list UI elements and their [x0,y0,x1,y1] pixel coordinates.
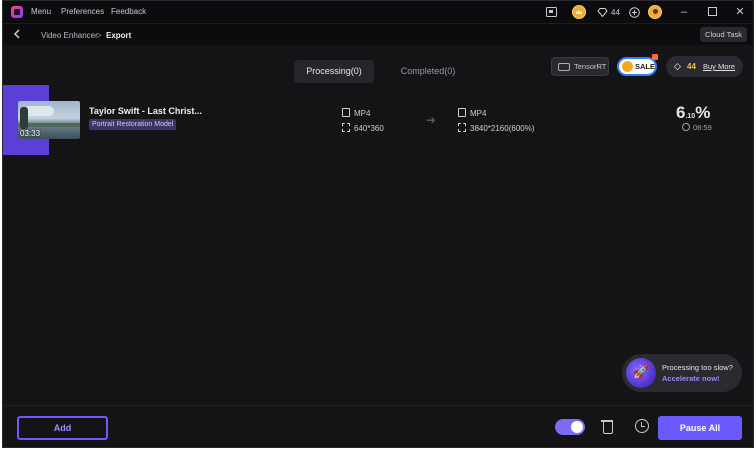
diamond-icon [596,5,608,19]
gem-count: 44 [687,62,696,71]
credit-count: 44 [611,7,620,17]
progress-fraction: .10 [685,113,696,120]
progress-unit: % [695,103,711,122]
resolution-icon [342,123,350,132]
alarm-clock-icon[interactable] [635,419,649,433]
gpu-icon [558,63,570,71]
crown-coin-icon[interactable] [572,5,586,19]
progress-percent: 6.10% [676,103,710,123]
add-button[interactable]: Add [17,416,108,440]
resolution-icon [458,123,466,132]
thumbnail-tree [20,107,28,129]
menu-menu[interactable]: Menu [31,7,51,16]
source-format-text: MP4 [354,109,371,118]
tab-processing[interactable]: Processing(0) [294,60,374,83]
back-chevron-icon[interactable] [13,29,20,42]
task-row[interactable]: 03:33 Taylor Swift - Last Christ... Port… [3,85,753,155]
accelerate-prompt[interactable]: Processing too slow? Accelerate now! [622,354,742,392]
file-icon [458,108,466,117]
task-title: Taylor Swift - Last Christ... [89,106,202,116]
time-remaining-text: 08:59 [693,123,712,132]
source-resolution: 640*360 [342,123,384,133]
time-remaining: 08:59 [682,123,712,132]
target-resolution-text: 3840*2160(600%) [470,124,535,133]
gem-icon: ◇ [674,61,681,71]
tensorrt-label: TensorRT [574,62,607,71]
menu-feedback[interactable]: Feedback [111,7,146,16]
buy-more-box[interactable]: ◇ 44 Buy More [666,56,743,77]
tensorrt-button[interactable]: TensorRT [551,57,609,76]
breadcrumb-export: Export [106,31,132,40]
breadcrumb-bar: Video Enhancer > Export Cloud Task [3,23,753,45]
coin-icon [622,61,633,72]
target-format: MP4 [458,108,486,118]
source-format: MP4 [342,108,370,118]
clock-icon [682,123,690,131]
source-resolution-text: 640*360 [354,124,384,133]
arrow-right-icon: ➜ [426,113,437,127]
title-bar: Menu Preferences Feedback 44 – ✕ [3,1,753,23]
buy-more-link[interactable]: Buy More [703,62,735,71]
file-icon [342,108,350,117]
breadcrumb-video-enhancer[interactable]: Video Enhancer [41,31,98,40]
notification-dot [652,54,658,60]
rocket-icon [626,358,656,388]
add-circle-icon[interactable] [628,5,640,19]
email-notify-toggle[interactable] [555,419,585,435]
cloud-task-button[interactable]: Cloud Task [700,27,747,42]
menu-preferences[interactable]: Preferences [61,7,104,16]
close-icon[interactable]: ✕ [731,4,749,20]
screen-record-icon[interactable] [544,5,558,19]
thumbnail-cloud [24,106,54,116]
target-resolution: 3840*2160(600%) [458,123,535,133]
minimize-icon[interactable]: – [675,4,693,20]
target-format-text: MP4 [470,109,487,118]
breadcrumb-separator: > [97,31,102,40]
accelerate-now-link[interactable]: Accelerate now! [662,374,720,383]
pause-all-button[interactable]: Pause All [658,416,742,440]
user-avatar-icon[interactable] [648,5,662,19]
model-tag: Portrait Restoration Model [89,119,177,130]
video-duration: 03:33 [20,129,41,138]
app-logo-icon [11,6,23,18]
trash-icon[interactable] [601,419,613,434]
sale-label: SALE [635,62,656,71]
maximize-icon[interactable] [703,4,721,20]
footer-bar: Add Pause All [3,405,753,447]
tab-completed[interactable]: Completed(0) [389,60,467,83]
app-window: Menu Preferences Feedback 44 – ✕ Video E… [2,0,754,448]
sale-button[interactable]: SALE [617,54,658,76]
accelerate-question: Processing too slow? [662,363,733,372]
